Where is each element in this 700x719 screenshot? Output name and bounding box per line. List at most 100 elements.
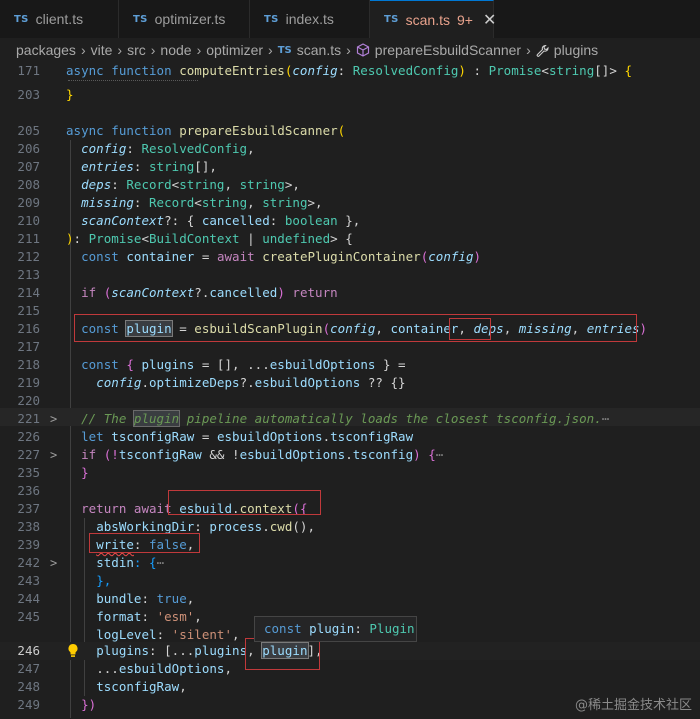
line-number: 239	[17, 537, 40, 552]
line-number: 237	[17, 501, 40, 516]
fold-chevron-icon[interactable]: >	[50, 410, 57, 428]
typescript-file-icon: TS	[14, 13, 29, 25]
code-line: entries: string[],	[81, 159, 217, 174]
line-number: 214	[17, 285, 40, 300]
code-line: }	[66, 87, 74, 102]
tab-index[interactable]: TS index.ts	[250, 0, 370, 38]
tab-label: index.ts	[285, 11, 334, 27]
breadcrumb-symbol[interactable]: prepareEsbuildScanner	[375, 42, 521, 58]
tab-label: optimizer.ts	[154, 11, 226, 27]
tab-label: client.ts	[35, 11, 84, 27]
annotation-box	[89, 533, 200, 553]
code-line: async function computeEntries(config: Re…	[66, 63, 632, 78]
code-line: // The plugin pipeline automatically loa…	[81, 410, 610, 427]
code-line: config.optimizeDeps?.esbuildOptions ?? {…	[96, 375, 406, 390]
line-number: 212	[17, 249, 40, 264]
breadcrumb: packages › vite › src › node › optimizer › TS…	[0, 38, 700, 62]
typescript-file-icon: TS	[264, 13, 279, 25]
line-number: 248	[17, 679, 40, 694]
line-number: 215	[17, 303, 40, 318]
fold-chevron-icon[interactable]: >	[50, 554, 57, 572]
line-number: 243	[17, 573, 40, 588]
breadcrumb-file[interactable]: scan.ts	[297, 42, 341, 58]
line-number: 244	[17, 591, 40, 606]
chevron-right-icon: ›	[196, 42, 202, 58]
line-number: 209	[17, 195, 40, 210]
line-number: 171	[17, 63, 40, 78]
chevron-right-icon: ›	[80, 42, 86, 58]
typescript-file-icon: TS	[384, 14, 399, 25]
chevron-right-icon: ›	[346, 42, 351, 58]
line-number: 242	[17, 555, 40, 570]
code-line: ): Promise<BuildContext | undefined> {	[66, 231, 353, 246]
line-number: 217	[17, 339, 40, 354]
line-number: 210	[17, 213, 40, 228]
tab-optimizer[interactable]: TS optimizer.ts	[119, 0, 250, 38]
chevron-right-icon: ›	[150, 42, 156, 58]
tab-client[interactable]: TS client.ts	[0, 0, 119, 38]
code-line: bundle: true,	[96, 591, 195, 606]
code-line: deps: Record<string, string>,	[81, 177, 300, 192]
line-number: 219	[17, 375, 40, 390]
line-number: 216	[17, 321, 40, 336]
watermark: @稀土掘金技术社区	[574, 698, 692, 713]
method-cube-icon	[356, 43, 370, 57]
code-line: const { plugins = [], ...esbuildOptions …	[81, 357, 406, 372]
code-line: let tsconfigRaw = esbuildOptions.tsconfi…	[81, 429, 414, 444]
code-line: if (!tsconfigRaw && !esbuildOptions.tsco…	[81, 447, 444, 462]
line-number: 220	[17, 393, 40, 408]
breadcrumb-item[interactable]: vite	[91, 42, 113, 58]
line-number: 238	[17, 519, 40, 534]
tab-scan[interactable]: TS scan.ts 9+ ✕	[370, 0, 496, 38]
code-line: },	[96, 573, 112, 588]
problems-count-badge: 9+	[456, 11, 473, 28]
code-line: }	[81, 465, 89, 480]
annotation-box	[168, 490, 321, 515]
line-number: 235	[17, 465, 40, 480]
line-number: 206	[17, 141, 40, 156]
chevron-right-icon: ›	[526, 42, 531, 58]
code-line: format: 'esm',	[96, 609, 202, 624]
line-number: 203	[17, 87, 40, 102]
chevron-right-icon: ›	[268, 42, 273, 58]
breadcrumb-item[interactable]: optimizer	[206, 42, 263, 58]
highlighted-symbol: plugin	[132, 410, 181, 427]
line-number: 207	[17, 159, 40, 174]
folded-region-marker	[68, 80, 198, 83]
typescript-file-icon: TS	[277, 44, 292, 56]
line-number: 208	[17, 177, 40, 192]
line-number: 218	[17, 357, 40, 372]
line-number: 245	[17, 609, 40, 624]
code-line: scanContext?: { cancelled: boolean },	[81, 213, 361, 228]
code-line: missing: Record<string, string>,	[81, 195, 323, 210]
breadcrumb-item[interactable]: node	[160, 42, 191, 58]
code-line: const container = await createPluginCont…	[81, 249, 482, 264]
code-line: })	[81, 697, 97, 712]
line-number: 247	[17, 661, 40, 676]
tab-label: scan.ts	[405, 11, 450, 28]
line-number: 226	[17, 429, 40, 444]
typescript-file-icon: TS	[133, 13, 148, 25]
code-line: if (scanContext?.cancelled) return	[81, 285, 338, 300]
code-line: tsconfigRaw,	[96, 679, 187, 694]
annotation-box	[74, 314, 637, 342]
tab-bar: TS client.ts TS optimizer.ts TS index.ts…	[0, 0, 700, 38]
breadcrumb-item[interactable]: src	[127, 42, 146, 58]
wrench-icon	[536, 44, 549, 57]
line-number: 236	[17, 483, 40, 498]
fold-chevron-icon[interactable]: >	[50, 446, 57, 464]
line-number: 211	[17, 231, 40, 246]
code-line: async function prepareEsbuildScanner(	[66, 123, 346, 138]
hover-tooltip: const plugin: Plugin	[254, 616, 417, 642]
line-number: 249	[17, 697, 40, 712]
code-line: config: ResolvedConfig,	[81, 141, 255, 156]
chevron-right-icon: ›	[117, 42, 123, 58]
breadcrumb-symbol[interactable]: plugins	[554, 42, 598, 58]
code-line: ...esbuildOptions,	[96, 661, 233, 676]
annotation-box	[245, 638, 320, 670]
line-number: 205	[17, 123, 40, 138]
line-number: 213	[17, 267, 40, 282]
close-icon[interactable]: ✕	[483, 10, 496, 29]
breadcrumb-item[interactable]: packages	[16, 42, 76, 58]
line-number: 221	[17, 411, 40, 426]
